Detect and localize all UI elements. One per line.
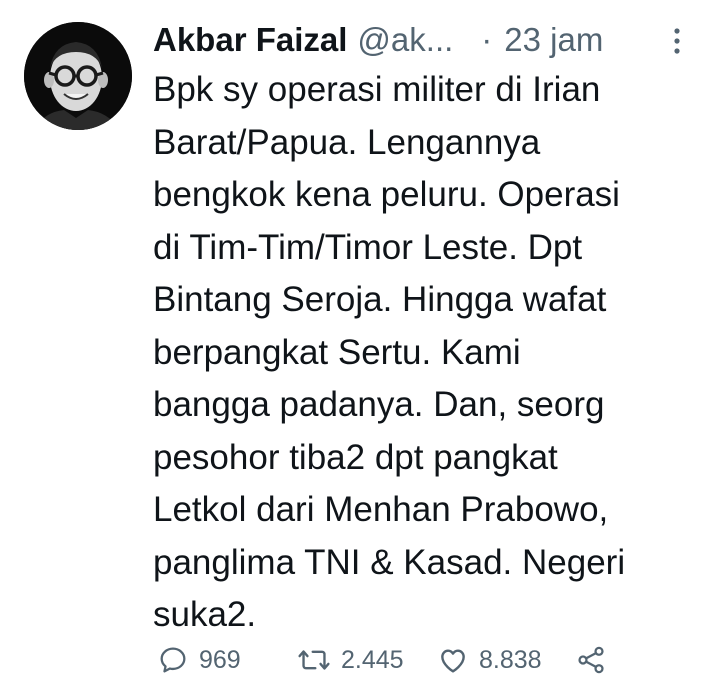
reply-icon [157, 644, 189, 676]
share-button[interactable] [575, 640, 607, 680]
like-count: 8.838 [479, 645, 542, 674]
separator-dot: · [481, 21, 493, 58]
reply-button[interactable]: 969 [157, 640, 241, 680]
tweet[interactable]: Akbar Faizal @ak... · 23 jam Bpk sy oper… [0, 0, 720, 680]
timestamp[interactable]: 23 jam [504, 21, 603, 59]
share-icon [575, 644, 607, 676]
tweet-header: Akbar Faizal @ak... · 23 jam [153, 17, 693, 63]
more-vertical-icon[interactable] [667, 26, 687, 56]
tweet-actions: 969 2.445 8.838 [157, 640, 627, 680]
author-handle[interactable]: @ak... [357, 21, 453, 59]
heart-icon [437, 644, 469, 676]
tweet-text: Bpk sy operasi militer di Irian Barat/Pa… [153, 70, 626, 634]
retweet-icon [297, 644, 331, 676]
reply-count: 969 [199, 645, 241, 674]
retweet-button[interactable]: 2.445 [297, 640, 404, 680]
like-button[interactable]: 8.838 [437, 640, 542, 680]
avatar[interactable] [24, 22, 132, 130]
author-name[interactable]: Akbar Faizal [153, 21, 347, 59]
retweet-count: 2.445 [341, 645, 404, 674]
